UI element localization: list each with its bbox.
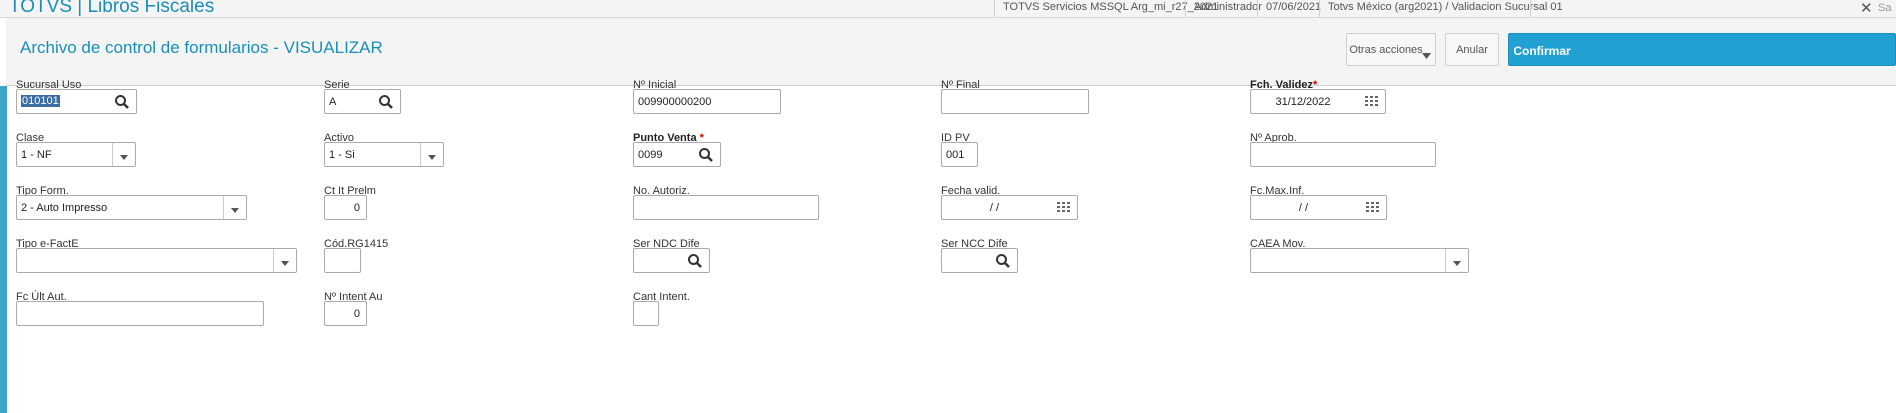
clase-select[interactable]: 1 - NF <box>16 142 136 167</box>
chevron-down-icon <box>1422 53 1431 59</box>
top-bar: TOTVS | Libros Fiscales TOTVS Servicios … <box>0 0 1896 18</box>
caea-mov-select[interactable] <box>1250 248 1469 273</box>
search-icon[interactable] <box>698 147 714 163</box>
calendar-icon[interactable] <box>1364 94 1380 110</box>
ser-ncc-dife-input[interactable] <box>941 248 1018 273</box>
top-bar-divider <box>1530 0 1531 17</box>
dropdown-arrow-icon[interactable] <box>223 196 246 219</box>
ct-it-prelm-input[interactable]: 0 <box>324 195 367 220</box>
search-icon[interactable] <box>378 94 394 110</box>
top-bar-divider <box>1319 0 1320 17</box>
nro-inicial-input[interactable]: 009900000200 <box>633 89 781 114</box>
fch-validez-input[interactable]: 31/12/2022 <box>1250 89 1386 114</box>
more-actions-button[interactable]: Otras acciones <box>1346 33 1436 66</box>
cant-intent-input[interactable] <box>633 301 659 326</box>
sa-label: Sa <box>1878 2 1892 14</box>
id-pv-input[interactable]: 001 <box>941 142 978 167</box>
form-body: Sucursal Uso 010101 Serie A Nº Inicial 0… <box>7 79 1896 413</box>
serie-input[interactable]: A <box>324 89 401 114</box>
user-name: Administrador <box>1194 1 1262 13</box>
tipo-efacte-select[interactable] <box>16 248 297 273</box>
activo-select[interactable]: 1 - Si <box>324 142 444 167</box>
confirm-button[interactable]: Confirmar <box>1508 33 1896 66</box>
close-icon[interactable]: ✕ <box>1860 0 1873 17</box>
fc-max-inf-input[interactable]: / / <box>1250 195 1387 220</box>
form-left-edge <box>0 86 7 413</box>
app-title: TOTVS | Libros Fiscales <box>9 0 215 17</box>
nro-intent-au-input[interactable]: 0 <box>324 301 367 326</box>
cod-rg1415-input[interactable] <box>324 248 361 273</box>
dropdown-arrow-icon[interactable] <box>420 143 443 166</box>
dropdown-arrow-icon[interactable] <box>1445 249 1468 272</box>
fc-ult-aut-input[interactable] <box>16 301 264 326</box>
company-branch: Totvs México (arg2021) / Validacion Sucu… <box>1328 1 1563 13</box>
page-title: Archivo de control de formularios - VISU… <box>20 38 383 57</box>
top-bar-divider <box>1185 0 1186 17</box>
nro-final-input[interactable] <box>941 89 1089 114</box>
calendar-icon[interactable] <box>1056 200 1072 216</box>
search-icon[interactable] <box>114 94 130 110</box>
nro-aprob-input[interactable] <box>1250 142 1436 167</box>
search-icon[interactable] <box>687 253 703 269</box>
ser-ndc-dife-input[interactable] <box>633 248 710 273</box>
top-bar-divider <box>994 0 995 17</box>
tipo-form-select[interactable]: 2 - Auto Impresso <box>16 195 247 220</box>
session-date: 07/06/2021 <box>1266 1 1322 13</box>
calendar-icon[interactable] <box>1365 200 1381 216</box>
top-bar-divider <box>1257 0 1258 17</box>
no-autoriz-input[interactable] <box>633 195 819 220</box>
punto-venta-input[interactable]: 0099 <box>633 142 721 167</box>
search-icon[interactable] <box>995 253 1011 269</box>
cancel-button[interactable]: Anular <box>1445 33 1499 66</box>
dropdown-arrow-icon[interactable] <box>273 249 296 272</box>
sucursal-uso-input[interactable]: 010101 <box>16 89 137 114</box>
fecha-valid-input[interactable]: / / <box>941 195 1078 220</box>
dropdown-arrow-icon[interactable] <box>112 143 135 166</box>
